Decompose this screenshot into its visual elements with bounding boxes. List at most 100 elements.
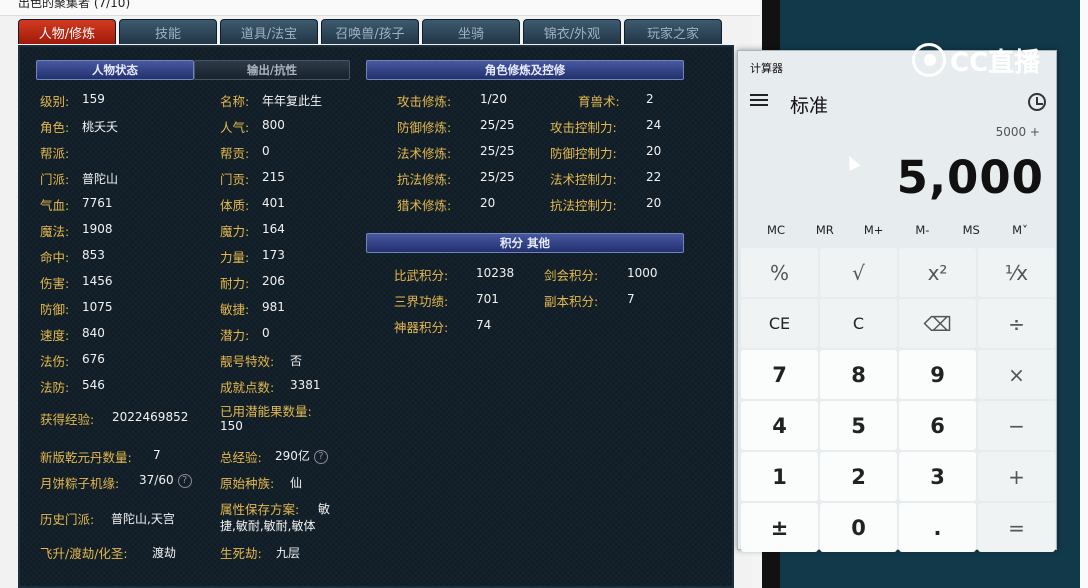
- points-value: 1000: [627, 266, 658, 280]
- multiply-button[interactable]: ×: [978, 350, 1055, 399]
- lifedeath-value: 九层: [276, 546, 301, 560]
- digit-6-button[interactable]: 6: [899, 401, 976, 450]
- memory-clear-button[interactable]: MC: [756, 223, 796, 237]
- memory-list-button[interactable]: M˅: [1000, 223, 1040, 237]
- points-label: 三界功绩:: [394, 294, 449, 309]
- digit-3-button[interactable]: 3: [899, 452, 976, 501]
- percent-button[interactable]: %: [741, 248, 818, 297]
- calculator-mode: 标准: [790, 95, 829, 117]
- character-panel: 人物状态 输出/抗性 角色修炼及控修 积分 其他 级别: 159 角色: 桃夭夭 帮…: [18, 45, 734, 588]
- stat-label: 伤害:: [40, 276, 70, 291]
- top-strip: 出色的聚集者 (7/10): [0, 0, 760, 16]
- stat-value: 215: [262, 170, 285, 184]
- logo-icon: [912, 43, 946, 77]
- points-label: 神器积分:: [394, 320, 449, 335]
- total-exp-value: 290亿: [275, 449, 310, 463]
- stat-label: 法伤:: [40, 354, 70, 369]
- control-value: 20: [646, 196, 662, 210]
- control-label: 防御控制力:: [550, 146, 617, 161]
- help-icon[interactable]: ?: [313, 449, 328, 464]
- game-window: 人物/修炼 技能 道具/法宝 召唤兽/孩子 坐骑 锦衣/外观 玩家之家 人物状态…: [0, 16, 752, 588]
- stat-value: 否: [290, 354, 303, 368]
- cultivation-label: 攻击修炼:: [397, 94, 452, 109]
- cultivation-label: 防御修炼:: [397, 120, 452, 135]
- backspace-icon[interactable]: ⌫: [899, 299, 976, 348]
- stat-label: 防御:: [40, 302, 70, 317]
- control-value: 20: [646, 144, 662, 158]
- digit-9-button[interactable]: 9: [899, 350, 976, 399]
- reciprocal-button[interactable]: ⅟x: [978, 248, 1055, 297]
- header-char-status[interactable]: 人物状态: [36, 60, 194, 80]
- stat-value: 159: [82, 92, 105, 106]
- square-button[interactable]: x²: [899, 248, 976, 297]
- calculator-display: 5,000: [896, 151, 1044, 204]
- clear-entry-button[interactable]: CE: [741, 299, 818, 348]
- cultivation-label: 抗法修炼:: [397, 172, 452, 187]
- qianyuan-value: 7: [153, 448, 161, 462]
- decimal-button[interactable]: .: [899, 503, 976, 552]
- header-output-resist[interactable]: 输出/抗性: [194, 60, 350, 80]
- lifedeath-label: 生死劫:: [220, 546, 262, 561]
- control-label: 法术控制力:: [550, 172, 617, 187]
- sqrt-button[interactable]: √: [820, 248, 897, 297]
- control-value: 24: [646, 118, 662, 132]
- help-icon[interactable]: ?: [177, 473, 192, 488]
- logo-text: CC直播: [950, 47, 1041, 78]
- attr-plan-value2: 捷,敏耐,敏耐,敏体: [220, 519, 316, 533]
- plus-button[interactable]: +: [978, 452, 1055, 501]
- memory-recall-button[interactable]: MR: [805, 223, 845, 237]
- equals-button[interactable]: =: [978, 503, 1055, 552]
- attr-plan-label: 属性保存方案:: [220, 502, 300, 517]
- clear-button[interactable]: C: [820, 299, 897, 348]
- digit-7-button[interactable]: 7: [741, 350, 818, 399]
- calculator-title: 计算器: [750, 62, 783, 75]
- digit-0-button[interactable]: 0: [820, 503, 897, 552]
- cultivation-value: 20: [480, 196, 496, 210]
- stat-value: 0: [262, 326, 270, 340]
- hamburger-menu-icon[interactable]: [750, 94, 768, 108]
- stat-label: 门贡:: [220, 172, 250, 187]
- points-label: 副本积分:: [544, 294, 599, 309]
- tab-items[interactable]: 道具/法宝: [220, 19, 318, 44]
- tab-mounts[interactable]: 坐骑: [422, 19, 520, 44]
- stat-label: 级别:: [40, 94, 70, 109]
- minus-button[interactable]: −: [978, 401, 1055, 450]
- used-fruit-label: 已用潜能果数量:: [220, 404, 312, 419]
- memory-add-button[interactable]: M+: [854, 223, 894, 237]
- stat-value: 桃夭夭: [82, 120, 119, 134]
- stat-value: 年年复此生: [262, 94, 323, 108]
- negate-button[interactable]: ±: [741, 503, 818, 552]
- stat-value: 676: [82, 352, 105, 366]
- tab-pets[interactable]: 召唤兽/孩子: [321, 19, 419, 44]
- memory-subtract-button[interactable]: M-: [902, 223, 942, 237]
- total-exp-row: 290亿?: [275, 447, 328, 464]
- stat-value: 173: [262, 248, 285, 262]
- stat-label: 力量:: [220, 250, 250, 265]
- tab-home[interactable]: 玩家之家: [624, 19, 722, 44]
- digit-4-button[interactable]: 4: [741, 401, 818, 450]
- cultivation-value: 25/25: [480, 170, 515, 184]
- used-fruit-value: 150: [220, 419, 243, 433]
- digit-2-button[interactable]: 2: [820, 452, 897, 501]
- history-icon[interactable]: [1028, 93, 1046, 111]
- header-cultivation: 角色修炼及控修: [366, 60, 684, 80]
- stat-label: 潜力:: [220, 328, 250, 343]
- memory-store-button[interactable]: MS: [951, 223, 991, 237]
- control-label: 育兽术:: [578, 94, 620, 109]
- stat-label: 名称:: [220, 94, 250, 109]
- tab-outfits[interactable]: 锦衣/外观: [523, 19, 621, 44]
- control-value: 22: [646, 170, 662, 184]
- cultivation-value: 25/25: [480, 118, 515, 132]
- attr-plan-value1: 敏: [318, 502, 331, 516]
- divide-button[interactable]: ÷: [978, 299, 1055, 348]
- cultivation-label: 猎术修炼:: [397, 198, 452, 213]
- digit-8-button[interactable]: 8: [820, 350, 897, 399]
- stat-value: 206: [262, 274, 285, 288]
- digit-1-button[interactable]: 1: [741, 452, 818, 501]
- stat-value: 普陀山: [82, 172, 119, 186]
- digit-5-button[interactable]: 5: [820, 401, 897, 450]
- control-label: 抗法控制力:: [550, 198, 617, 213]
- cultivation-value: 1/20: [480, 92, 507, 106]
- tab-skills[interactable]: 技能: [119, 19, 217, 44]
- tab-character[interactable]: 人物/修炼: [18, 19, 116, 44]
